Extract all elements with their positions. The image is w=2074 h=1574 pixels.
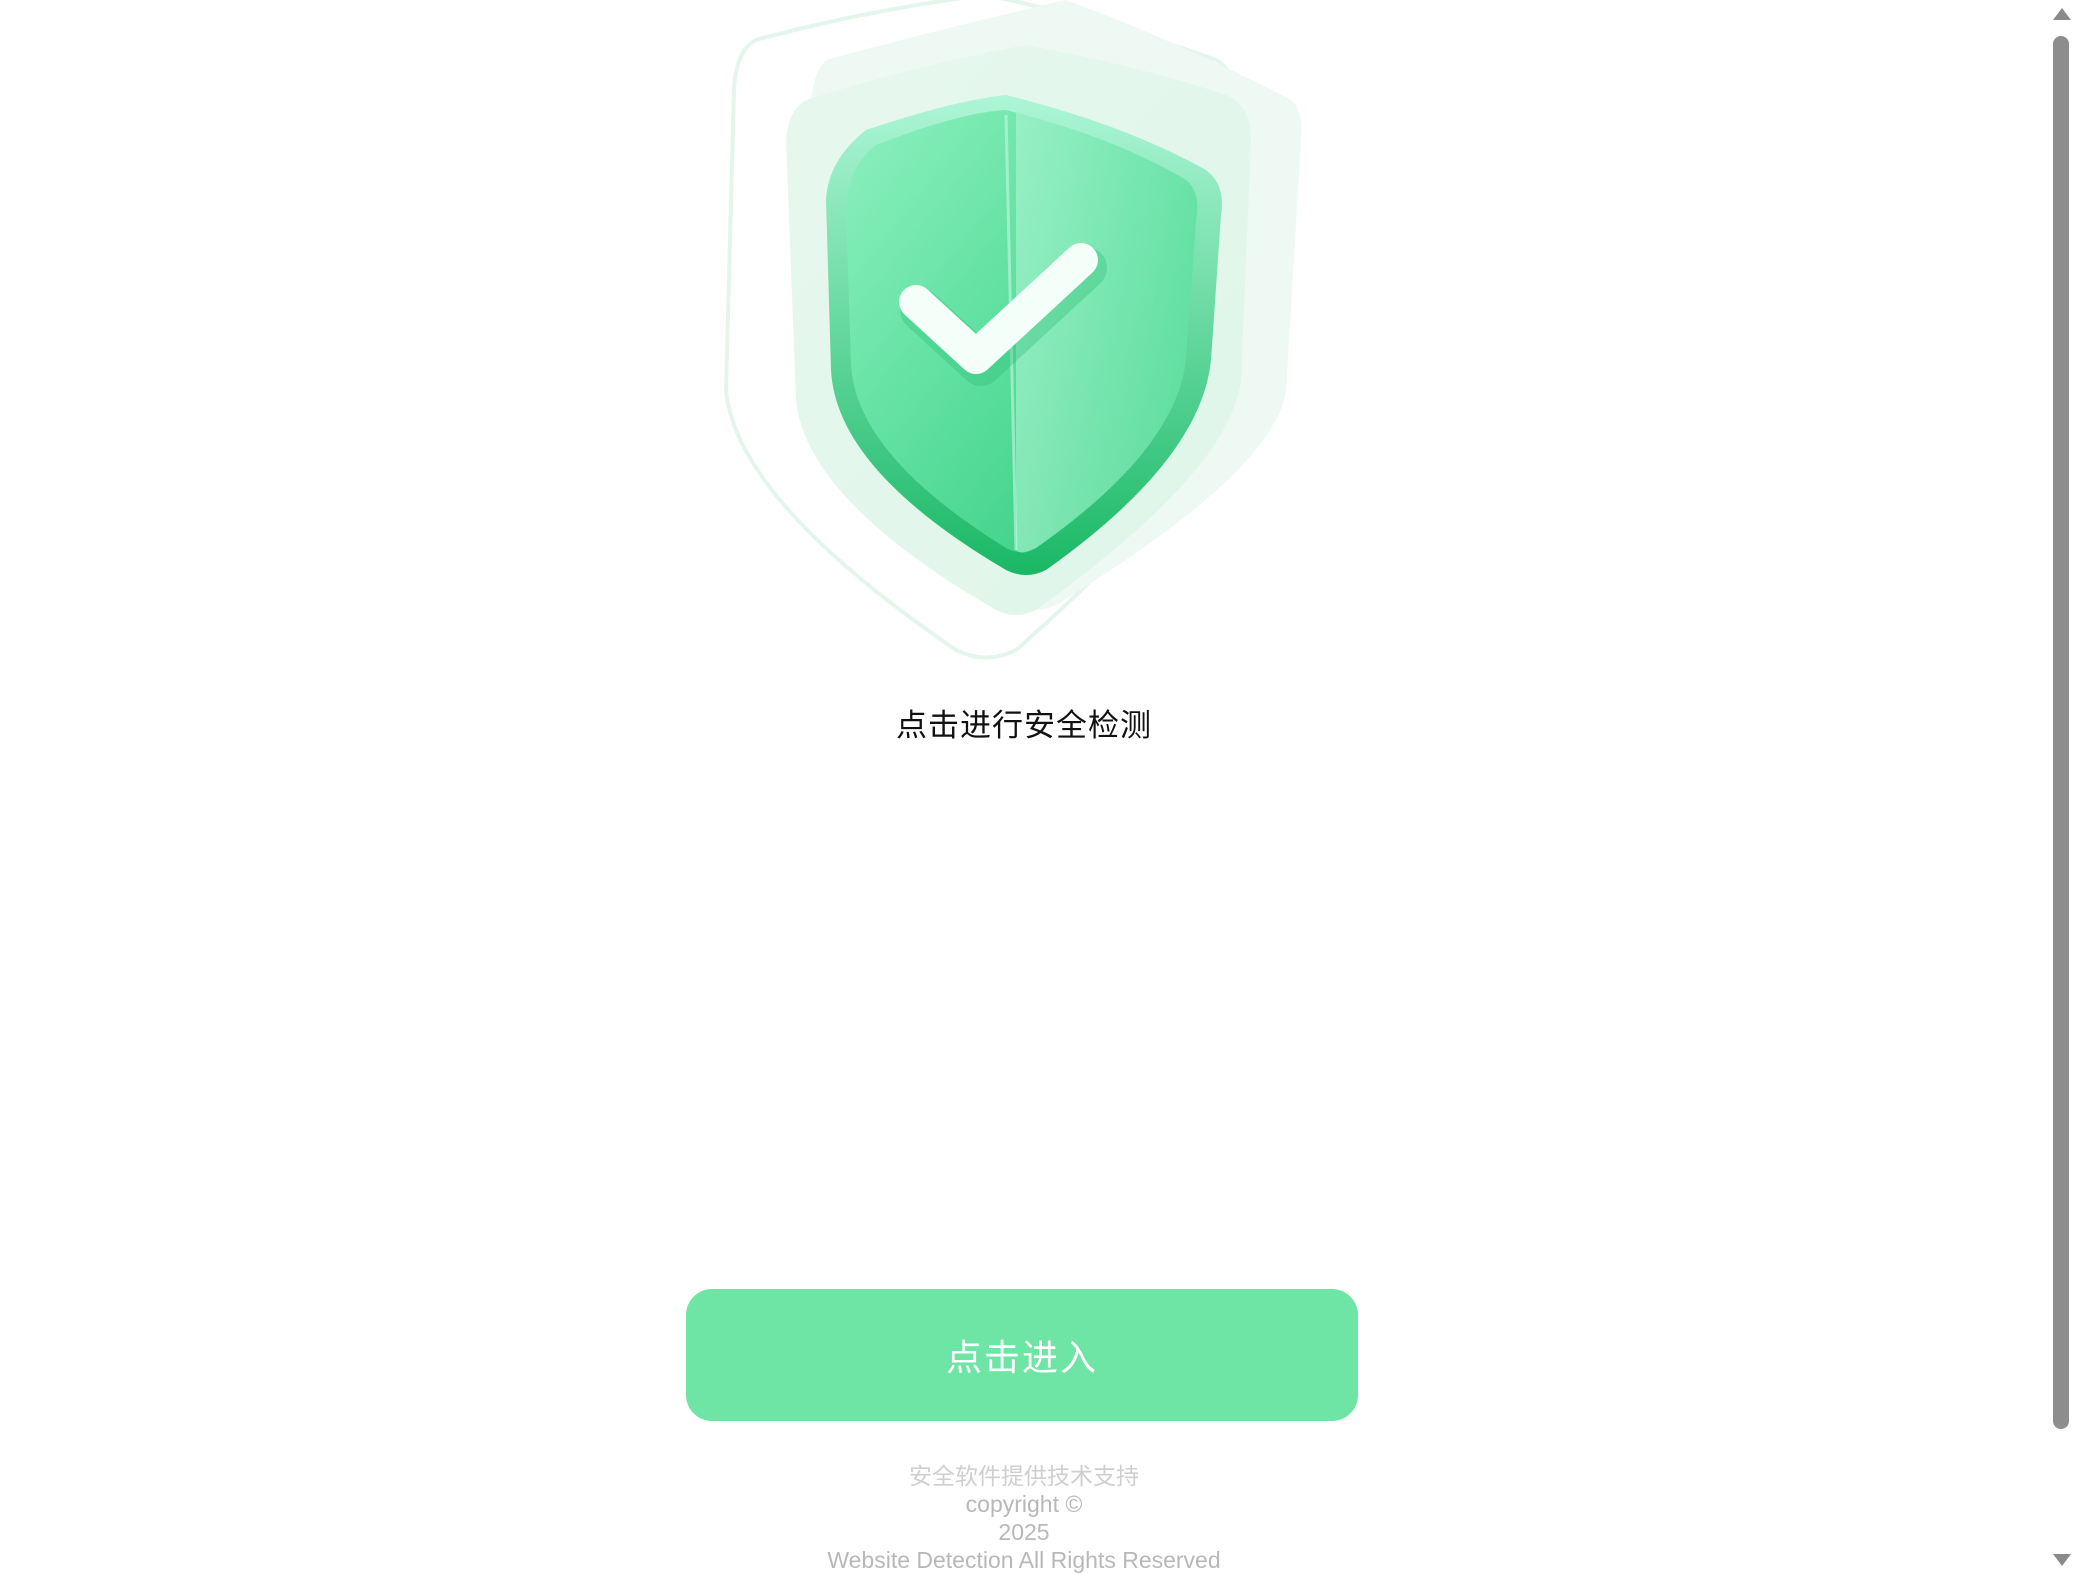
enter-button[interactable]: 点击进入: [686, 1289, 1358, 1421]
page-title: 点击进行安全检测: [896, 708, 1152, 744]
page: 点击进行安全检测 点击进入 安全软件提供技术支持 copyright © 202…: [0, 0, 2074, 1574]
vertical-scrollbar[interactable]: [2048, 0, 2074, 1574]
scrollbar-thumb[interactable]: [2053, 36, 2069, 1429]
footer-support-text: 安全软件提供技术支持: [909, 1463, 1139, 1489]
scroll-down-arrow-icon[interactable]: [2053, 1554, 2071, 1566]
footer-copyright: copyright ©: [965, 1491, 1083, 1517]
footer-year: 2025: [998, 1519, 1050, 1545]
footer-rights: Website Detection All Rights Reserved: [827, 1547, 1221, 1573]
scroll-up-arrow-icon[interactable]: [2053, 8, 2071, 20]
main-content: 点击进行安全检测 点击进入 安全软件提供技术支持 copyright © 202…: [0, 0, 2048, 1574]
shield-check-icon: [716, 0, 1326, 670]
footer: 安全软件提供技术支持 copyright © 2025 Website Dete…: [0, 1462, 2048, 1574]
